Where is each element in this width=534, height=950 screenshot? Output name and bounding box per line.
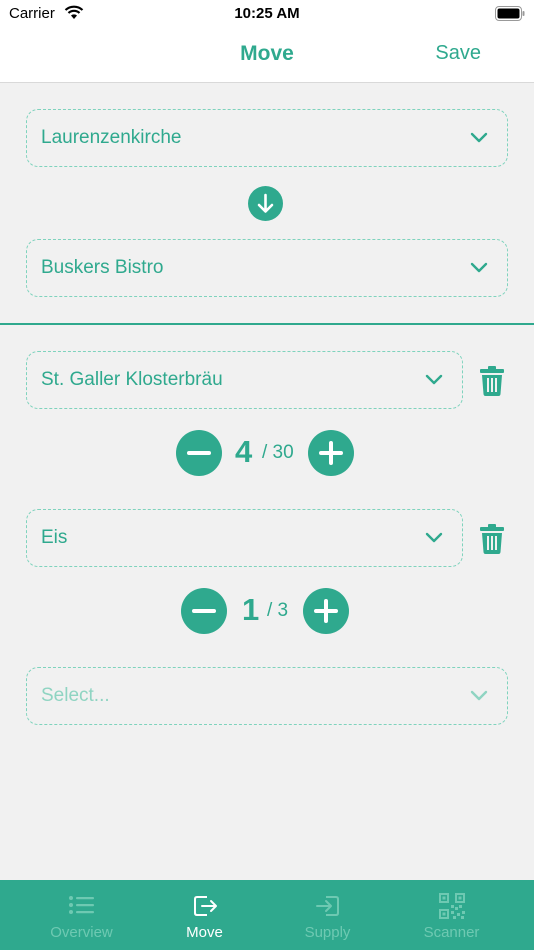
chevron-down-icon: [425, 532, 443, 543]
save-button[interactable]: Save: [435, 42, 481, 65]
add-item-select[interactable]: Select...: [26, 667, 508, 725]
tab-scanner-label: Scanner: [423, 924, 480, 941]
plus-icon: [319, 441, 343, 465]
increase-quantity-button[interactable]: [303, 588, 349, 634]
qr-code-icon: [439, 893, 465, 919]
tab-supply-label: Supply: [304, 924, 351, 941]
item-product-select[interactable]: St. Galler Klosterbräu: [26, 351, 463, 409]
item-product-select[interactable]: Eis: [26, 509, 463, 567]
decrease-quantity-button[interactable]: [176, 430, 222, 476]
chevron-down-icon: [470, 262, 488, 273]
section-divider: [0, 323, 534, 325]
arrow-down-icon: [257, 193, 274, 213]
item-quantity: 1: [242, 592, 260, 627]
supply-in-icon: [316, 896, 339, 916]
status-bar: Carrier 10:25 AM: [0, 0, 534, 28]
list-icon: [69, 896, 94, 914]
chevron-down-icon: [470, 690, 488, 701]
to-location-select[interactable]: Buskers Bistro: [26, 239, 508, 297]
from-location-label: Laurenzenkirche: [41, 127, 182, 148]
item-quantity-total: / 3: [267, 600, 289, 621]
trash-icon[interactable]: [480, 366, 504, 396]
add-item-placeholder: Select...: [41, 685, 110, 706]
minus-icon: [187, 451, 211, 455]
move-out-icon: [194, 896, 217, 916]
chevron-down-icon: [470, 132, 488, 143]
from-location-select[interactable]: Laurenzenkirche: [26, 109, 508, 167]
tab-supply[interactable]: Supply: [266, 880, 389, 950]
nav-bar: Move Save: [0, 28, 534, 83]
item-product-label: Eis: [41, 527, 68, 548]
minus-icon: [192, 609, 216, 613]
status-time: 10:25 AM: [234, 5, 300, 22]
tab-move-label: Move: [186, 924, 223, 941]
tab-move[interactable]: Move: [143, 880, 266, 950]
item-quantity-total: / 30: [262, 442, 294, 463]
tab-scanner[interactable]: Scanner: [390, 880, 513, 950]
item-product-label: St. Galler Klosterbräu: [41, 369, 223, 390]
increase-quantity-button[interactable]: [308, 430, 354, 476]
tab-overview[interactable]: Overview: [20, 880, 143, 950]
direction-arrow: [248, 186, 283, 221]
tab-bar: Overview Move Supply Scanner: [0, 880, 534, 950]
tab-overview-label: Overview: [50, 924, 113, 941]
plus-icon: [314, 599, 338, 623]
item-quantity: 4: [235, 434, 253, 469]
to-location-label: Buskers Bistro: [41, 257, 164, 278]
decrease-quantity-button[interactable]: [181, 588, 227, 634]
chevron-down-icon: [425, 374, 443, 385]
battery-icon: [495, 6, 525, 21]
trash-icon[interactable]: [480, 524, 504, 554]
